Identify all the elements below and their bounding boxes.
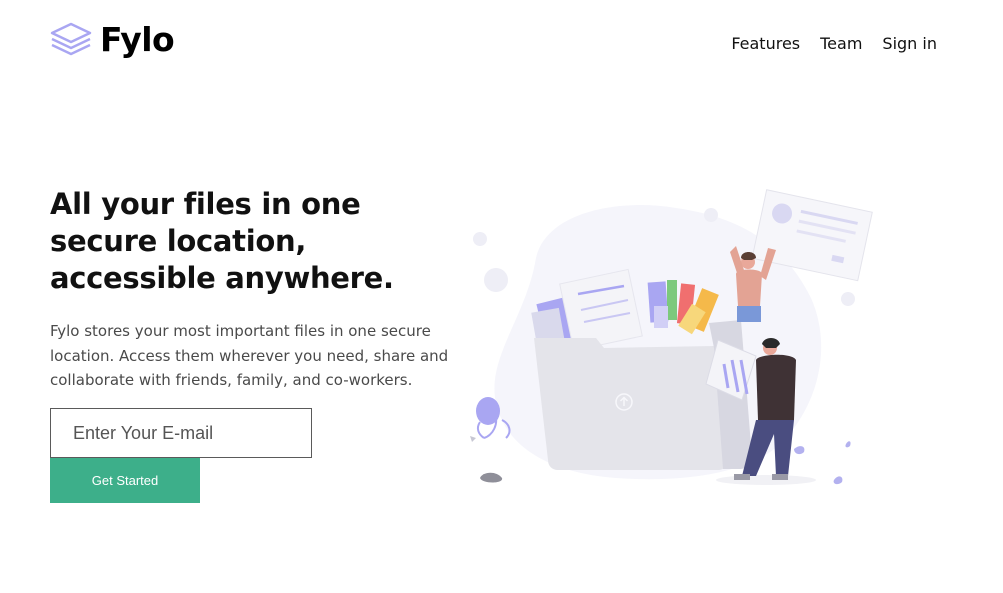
nav-link-features[interactable]: Features [731, 34, 800, 54]
hero-section: All your files in one secure location, a… [50, 186, 470, 393]
hero-title: All your files in one secure location, a… [50, 187, 394, 295]
brand-logo[interactable]: Fylo [50, 20, 175, 59]
stacked-layers-icon [50, 22, 92, 56]
nav-link-sign-in[interactable]: Sign in [882, 34, 937, 54]
nav-link-team[interactable]: Team [820, 34, 862, 54]
email-input[interactable] [50, 408, 312, 458]
hero-description: Fylo stores your most important files in… [50, 322, 449, 389]
brand-name: Fylo [100, 20, 175, 59]
get-started-button[interactable]: Get Started [50, 458, 200, 503]
main-nav: Features Team Sign in [731, 34, 937, 54]
people-with-files-illustration [470, 189, 873, 485]
site-header: Fylo Features Team Sign in [0, 0, 1003, 90]
